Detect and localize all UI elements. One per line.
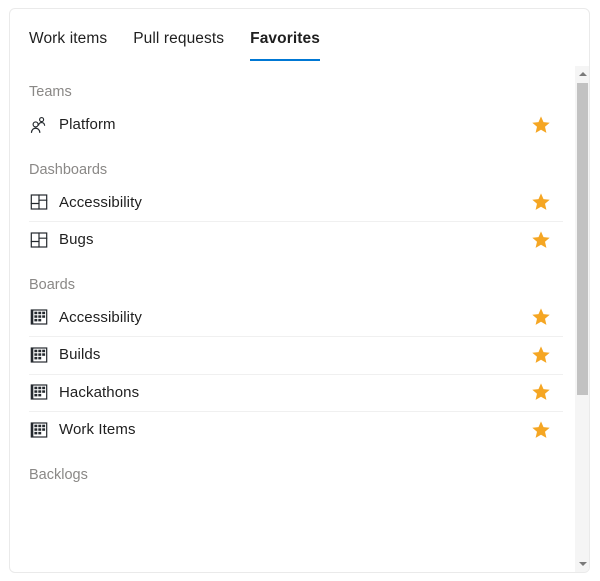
scrollbar-thumb[interactable] xyxy=(577,83,588,395)
list-item-label: Builds xyxy=(59,346,101,364)
list-item[interactable]: Accessibility xyxy=(10,299,571,337)
tab-favorites[interactable]: Favorites xyxy=(250,9,320,61)
list-item[interactable]: Accessibility xyxy=(10,184,571,222)
section-header-dashboards: Dashboards xyxy=(29,161,108,178)
triangle-up-icon xyxy=(578,72,587,76)
section-header-backlogs: Backlogs xyxy=(29,466,88,483)
list-item-label: Accessibility xyxy=(59,308,142,326)
board-icon xyxy=(30,347,48,363)
favorite-star-icon[interactable] xyxy=(531,115,551,135)
favorite-star-icon[interactable] xyxy=(531,230,551,250)
list-item-label: Hackathons xyxy=(59,383,140,401)
favorites-scroll-viewport: Teams Platform Dashboards Accessibility Bugs… xyxy=(10,66,589,572)
board-icon xyxy=(30,384,48,400)
favorites-list: Teams Platform Dashboards Accessibility Bugs… xyxy=(10,66,571,489)
board-icon xyxy=(30,422,48,438)
scroll-down-arrow-icon[interactable] xyxy=(575,556,589,572)
tab-work-items[interactable]: Work items xyxy=(29,9,107,61)
dashboard-icon xyxy=(30,232,48,248)
list-item[interactable]: Platform xyxy=(10,106,571,144)
list-item-label: Accessibility xyxy=(59,193,142,211)
triangle-down-icon xyxy=(578,562,587,566)
list-item[interactable]: Work Items xyxy=(10,411,571,449)
favorite-star-icon[interactable] xyxy=(531,345,551,365)
section-header-teams: Teams xyxy=(29,84,72,100)
list-item[interactable]: Bugs xyxy=(10,221,571,259)
favorite-star-icon[interactable] xyxy=(531,192,551,212)
list-item-label: Work Items xyxy=(59,421,136,439)
section-header-boards: Boards xyxy=(29,276,75,293)
people-icon xyxy=(30,116,46,133)
list-item-label: Platform xyxy=(59,116,116,134)
scroll-up-arrow-icon[interactable] xyxy=(575,66,589,82)
tab-pull-requests[interactable]: Pull requests xyxy=(133,9,224,61)
list-item-label: Bugs xyxy=(59,231,94,249)
dashboard-icon xyxy=(30,194,48,210)
favorite-star-icon[interactable] xyxy=(531,307,551,327)
favorite-star-icon[interactable] xyxy=(531,420,551,440)
tab-bar: Work items Pull requests Favorites xyxy=(10,9,589,65)
favorites-panel: Work items Pull requests Favorites Teams Pl… xyxy=(9,8,590,573)
list-item[interactable]: Builds xyxy=(10,336,571,374)
favorite-star-icon[interactable] xyxy=(531,382,551,402)
list-item[interactable]: Hackathons xyxy=(10,373,571,412)
board-icon xyxy=(30,309,48,325)
vertical-scrollbar[interactable] xyxy=(574,66,589,572)
